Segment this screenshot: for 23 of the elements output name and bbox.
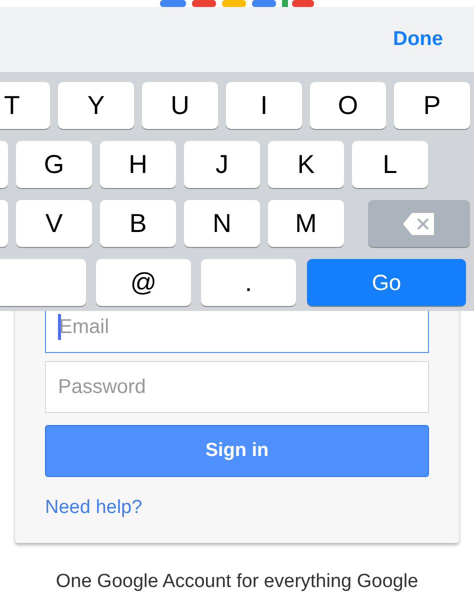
delete-key[interactable] xyxy=(368,200,470,247)
need-help-link[interactable]: Need help? xyxy=(45,497,142,519)
keyboard-key[interactable]: I xyxy=(226,82,302,129)
go-key[interactable]: Go xyxy=(307,259,466,306)
keyboard-key[interactable]: P xyxy=(394,82,470,129)
footer-text: One Google Account for everything Google xyxy=(54,571,420,593)
keyboard-key[interactable]: @ xyxy=(96,259,191,306)
keyboard-key[interactable]: . xyxy=(201,259,296,306)
keyboard-key[interactable]: N xyxy=(184,200,260,247)
keyboard-key[interactable]: U xyxy=(142,82,218,129)
keyboard-key[interactable]: K xyxy=(268,141,344,188)
keyboard-key[interactable]: V xyxy=(16,200,92,247)
keyboard-key[interactable]: Y xyxy=(58,82,134,129)
keyboard-key[interactable]: M xyxy=(268,200,344,247)
keyboard-key[interactable]: L xyxy=(352,141,428,188)
backspace-icon xyxy=(402,212,436,236)
keyboard-key[interactable]: G xyxy=(16,141,92,188)
keyboard-key[interactable] xyxy=(0,259,86,306)
keyboard-key[interactable]: B xyxy=(100,200,176,247)
keyboard-key[interactable]: O xyxy=(310,82,386,129)
keyboard-key[interactable]: H xyxy=(100,141,176,188)
keyboard-key[interactable]: T xyxy=(0,82,50,129)
keyboard-key[interactable]: J xyxy=(184,141,260,188)
